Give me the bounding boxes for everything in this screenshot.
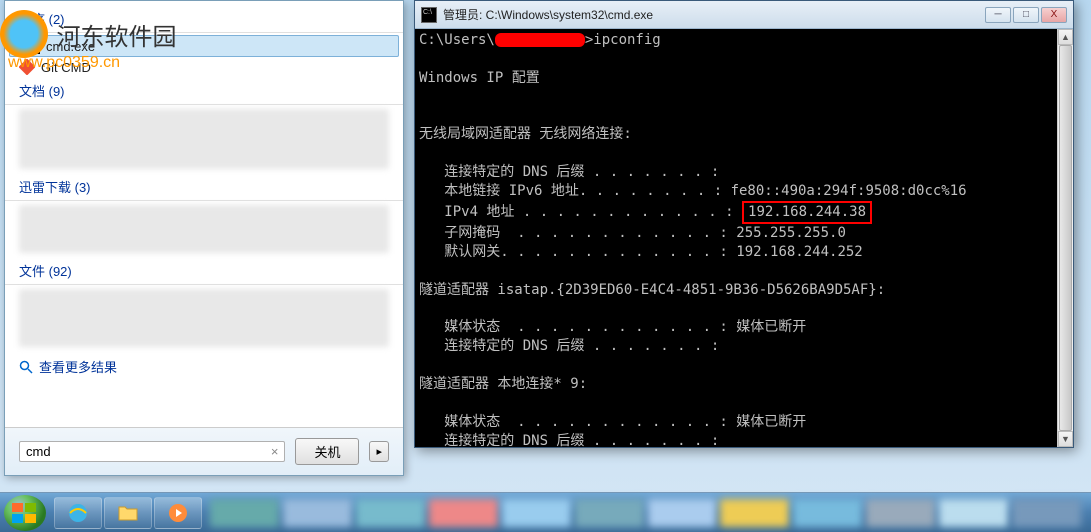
search-input[interactable] xyxy=(26,444,271,459)
subnet-value: 255.255.255.0 xyxy=(736,225,846,241)
maximize-button[interactable]: □ xyxy=(1013,7,1039,23)
dns-suffix-line: 连接特定的 DNS 后缀 . . . . . . . : xyxy=(419,338,719,354)
cmd-titlebar[interactable]: 管理员: C:\Windows\system32\cmd.exe ─ □ X xyxy=(415,1,1073,29)
gateway-label: 默认网关. . . . . . . . . . . . . : xyxy=(419,244,736,260)
taskbar-blurred-items xyxy=(210,499,1081,527)
folder-icon xyxy=(116,501,140,525)
git-icon xyxy=(19,59,35,75)
start-menu-search-panel: 程序 (2) C:\ cmd.exe Git CMD 文档 (9) 迅雷下载 (… xyxy=(4,0,404,476)
shutdown-button[interactable]: 关机 xyxy=(295,438,359,465)
blurred-results xyxy=(19,289,389,347)
blurred-results xyxy=(19,205,389,253)
taskbar-item-wmp[interactable] xyxy=(154,497,202,529)
window-controls: ─ □ X xyxy=(985,7,1067,23)
shutdown-options-button[interactable]: ▸ xyxy=(369,441,389,462)
cmd-scrollbar[interactable]: ▲ ▼ xyxy=(1057,29,1073,447)
scroll-thumb[interactable] xyxy=(1059,45,1072,431)
ipv4-value-highlighted: 192.168.244.38 xyxy=(742,201,872,224)
cmd-icon: C:\ xyxy=(24,38,40,54)
minimize-button[interactable]: ─ xyxy=(985,7,1011,23)
cmd-output[interactable]: C:\Users\ >ipconfig Windows IP 配置 无线局域网适配… xyxy=(415,29,1073,447)
search-results: 程序 (2) C:\ cmd.exe Git CMD 文档 (9) 迅雷下载 (… xyxy=(5,1,403,427)
section-header-downloads: 迅雷下载 (3) xyxy=(5,173,403,201)
media-state-value: 媒体已断开 xyxy=(736,319,806,335)
start-menu-bottom-bar: × 关机 ▸ xyxy=(5,427,403,475)
redacted-username xyxy=(495,33,585,47)
close-button[interactable]: X xyxy=(1041,7,1067,23)
media-state-label: 媒体状态 . . . . . . . . . . . . : xyxy=(419,319,736,335)
cmd-window: 管理员: C:\Windows\system32\cmd.exe ─ □ X C… xyxy=(414,0,1074,448)
section-header-programs: 程序 (2) xyxy=(5,5,403,33)
scroll-up-button[interactable]: ▲ xyxy=(1058,29,1073,45)
cmd-window-title: 管理员: C:\Windows\system32\cmd.exe xyxy=(443,6,985,23)
dns-suffix-line: 连接特定的 DNS 后缀 . . . . . . . : xyxy=(419,433,719,447)
ipv4-label: IPv4 地址 . . . . . . . . . . . . : xyxy=(419,204,742,220)
section-header-files: 文件 (92) xyxy=(5,257,403,285)
taskbar xyxy=(0,492,1091,532)
scroll-down-button[interactable]: ▼ xyxy=(1058,431,1073,447)
ipv6-value: fe80::490a:294f:9508:d0cc%16 xyxy=(731,183,967,199)
svg-text:C:\: C:\ xyxy=(26,42,37,51)
see-more-results[interactable]: 查看更多结果 xyxy=(5,351,403,382)
tunnel-local-header: 隧道适配器 本地连接* 9: xyxy=(419,376,587,392)
clear-search-icon[interactable]: × xyxy=(271,444,279,459)
search-input-wrapper[interactable]: × xyxy=(19,441,285,462)
gateway-value: 192.168.244.252 xyxy=(736,244,862,260)
search-icon xyxy=(19,360,33,374)
section-header-docs: 文档 (9) xyxy=(5,77,403,105)
ipv6-label: 本地链接 IPv6 地址. . . . . . . . : xyxy=(419,183,731,199)
prompt-path: C:\Users\ xyxy=(419,32,495,48)
blurred-results xyxy=(19,109,389,169)
media-state-label: 媒体状态 . . . . . . . . . . . . : xyxy=(419,414,736,430)
ie-icon xyxy=(66,501,90,525)
media-state-value: 媒体已断开 xyxy=(736,414,806,430)
prompt-command: >ipconfig xyxy=(585,32,661,48)
adapter-wifi-header: 无线局域网适配器 无线网络连接: xyxy=(419,126,632,142)
tunnel-isatap-header: 隧道适配器 isatap.{2D39ED60-E4C4-4851-9B36-D5… xyxy=(419,282,885,298)
media-player-icon xyxy=(166,501,190,525)
ipconfig-header: Windows IP 配置 xyxy=(419,70,540,86)
taskbar-item-explorer[interactable] xyxy=(104,497,152,529)
taskbar-item-ie[interactable] xyxy=(54,497,102,529)
result-label: Git CMD xyxy=(41,60,91,75)
search-result-cmd-exe[interactable]: C:\ cmd.exe xyxy=(9,35,399,57)
start-button[interactable] xyxy=(4,495,46,531)
see-more-label: 查看更多结果 xyxy=(39,357,117,376)
dns-suffix-line: 连接特定的 DNS 后缀 . . . . . . . : xyxy=(419,164,719,180)
subnet-label: 子网掩码 . . . . . . . . . . . . : xyxy=(419,225,736,241)
search-result-git-cmd[interactable]: Git CMD xyxy=(5,57,403,77)
cmd-window-icon xyxy=(421,7,437,23)
result-label: cmd.exe xyxy=(46,39,95,54)
